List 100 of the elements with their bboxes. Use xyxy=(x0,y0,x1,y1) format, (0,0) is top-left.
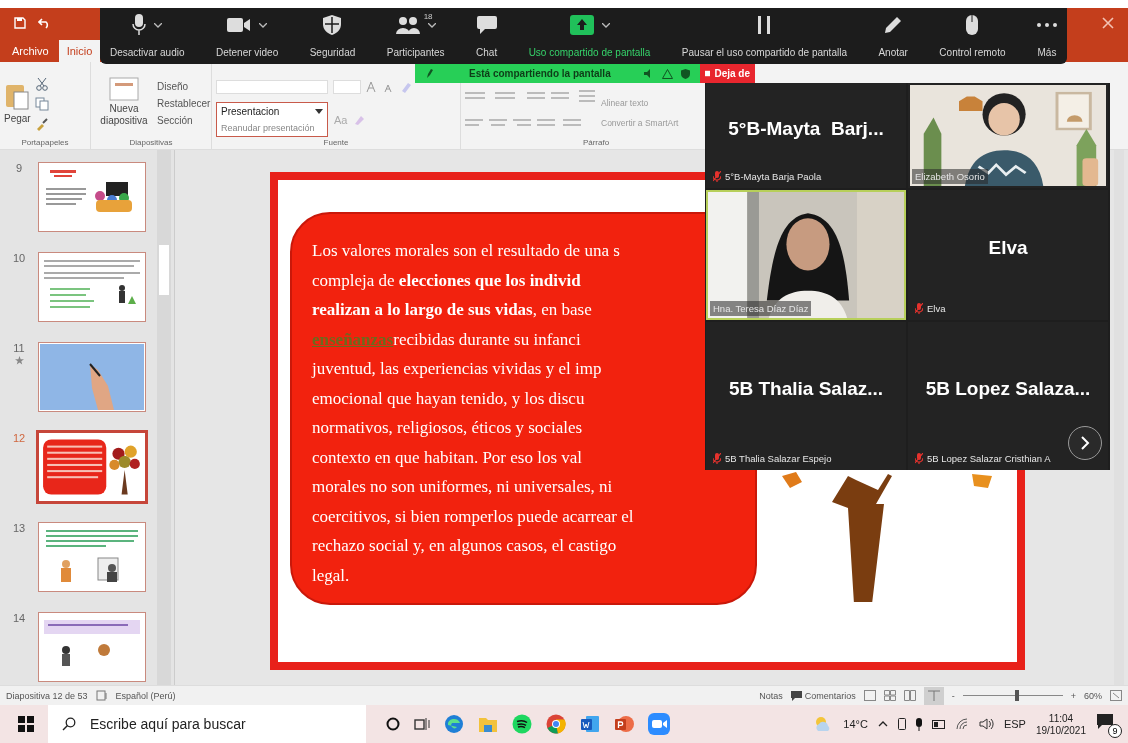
share-screen-icon[interactable] xyxy=(569,15,594,35)
slide-text-line: enseñanzasrecibidas durante su infanci xyxy=(312,328,581,351)
font-name-field[interactable] xyxy=(216,80,328,94)
chevron-up-icon[interactable] xyxy=(877,721,888,727)
toolbar-button[interactable]: Uso compartido de pantalla xyxy=(528,47,651,58)
scrollbar[interactable] xyxy=(157,150,171,685)
slide-number: 9 xyxy=(15,162,23,174)
fit-slide-icon[interactable] xyxy=(1110,690,1122,701)
folder-icon[interactable] xyxy=(478,715,498,733)
pin-icon[interactable] xyxy=(425,69,433,78)
search-input[interactable]: Escribe aquí para buscar xyxy=(88,715,352,733)
pencil-icon[interactable] xyxy=(884,16,903,34)
battery-icon[interactable] xyxy=(931,719,946,729)
ribbon-tab[interactable]: Archivo xyxy=(4,40,57,62)
participant-label: 5B Lopez Salazar Cristhian A xyxy=(912,451,1054,466)
reading-view-icon[interactable] xyxy=(903,690,916,701)
toolbar-button[interactable]: Control remoto xyxy=(939,47,1006,58)
microphone-icon[interactable] xyxy=(915,717,922,731)
music-app-icon[interactable] xyxy=(512,714,532,734)
caret-icon[interactable] xyxy=(154,22,163,28)
save-icon[interactable] xyxy=(14,17,26,29)
toolbar-button[interactable]: Detener video xyxy=(215,47,279,58)
tablet-icon[interactable] xyxy=(897,718,906,730)
new-slide-button[interactable]: Nueva diapositiva xyxy=(95,77,153,127)
zoom-out-button[interactable]: - xyxy=(951,690,955,701)
slide-text-line: emocional que hayan tenido, y los discu xyxy=(312,387,585,410)
slide-number: 14 xyxy=(12,612,26,624)
shield-icon[interactable] xyxy=(323,15,342,35)
windows-logo-icon[interactable] xyxy=(18,716,34,732)
stop-share-button[interactable]: Deja de xyxy=(700,64,755,83)
caret-icon xyxy=(315,109,323,114)
slide-text-line: morales no son uniformes, ni universales, ni xyxy=(312,476,613,498)
slide-icon xyxy=(109,77,139,101)
participant-tile[interactable]: 5B Thalia Salaz... 5B Thalia Salazar Espejo xyxy=(706,322,906,470)
clock-time[interactable]: 11:04 xyxy=(1048,712,1074,724)
browser-icon[interactable] xyxy=(444,714,464,734)
participant-label: Elizabeth Osorio xyxy=(912,169,988,184)
powerpoint-icon[interactable] xyxy=(614,714,634,734)
microphone-icon[interactable] xyxy=(132,14,147,36)
chrome-icon[interactable] xyxy=(546,714,566,734)
toolbar-button[interactable]: Más xyxy=(1037,47,1057,58)
toolbar-button[interactable]: Pausar el uso compartido de pantalla xyxy=(681,47,847,58)
chat-icon[interactable] xyxy=(476,16,497,34)
menu-item[interactable]: Reanudar presentación xyxy=(221,123,323,133)
close-icon[interactable] xyxy=(1102,17,1114,29)
participant-tile[interactable]: Elizabeth Osorio xyxy=(908,83,1108,188)
clock-date[interactable]: 19/10/2021 xyxy=(1035,724,1086,736)
participant-tile[interactable]: 5°B-Mayta Barj... 5°B-Mayta Barja Paola xyxy=(706,83,906,188)
warning-icon[interactable] xyxy=(662,68,673,79)
participant-tile[interactable]: 5B Lopez Salaza... 5B Lopez Salazar Cristhian A xyxy=(908,322,1108,470)
caret-icon[interactable] xyxy=(601,22,610,28)
speaker-icon[interactable] xyxy=(978,718,994,730)
participants-icon[interactable] xyxy=(395,16,420,34)
zoom-level[interactable]: 60% xyxy=(1084,690,1102,701)
spellcheck-icon[interactable] xyxy=(95,690,108,701)
slide-text-line: coercitivos, si bien romperlos puede acarrear el xyxy=(312,505,634,528)
circle-icon[interactable] xyxy=(386,717,400,731)
toolbar-button[interactable]: Seguridad xyxy=(309,47,356,58)
caret-icon[interactable] xyxy=(427,22,436,28)
language-indicator[interactable]: Español (Perú) xyxy=(115,690,176,701)
paste-button[interactable]: Pegar xyxy=(4,80,31,124)
notes-button[interactable]: Notas xyxy=(759,690,783,701)
more-icon[interactable] xyxy=(1036,23,1057,27)
presentation-dropdown[interactable]: Presentacion Reanudar presentación xyxy=(216,102,328,137)
font-size-field[interactable] xyxy=(333,80,361,94)
word-icon[interactable] xyxy=(580,714,600,734)
slide-text-line: compleja de elecciones que los individ xyxy=(312,269,581,292)
participant-label: 5°B-Mayta Barja Paola xyxy=(710,169,825,184)
video-camera-icon[interactable] xyxy=(227,17,252,33)
comments-button[interactable]: Comentarios xyxy=(790,690,856,701)
layout-button[interactable]: Diseño xyxy=(157,78,211,94)
participant-label: 5B Thalia Salazar Espejo xyxy=(710,451,835,466)
toolbar-button[interactable]: Desactivar audio xyxy=(110,47,185,58)
notifications-icon[interactable] xyxy=(1096,713,1114,730)
pause-icon[interactable] xyxy=(758,16,771,34)
zoom-in-button[interactable]: + xyxy=(1070,690,1076,701)
task-view-icon[interactable] xyxy=(414,717,430,731)
copy-icon[interactable] xyxy=(34,97,49,111)
scissors-icon[interactable] xyxy=(34,77,49,91)
slide-text-line: legal. xyxy=(312,564,350,587)
temperature[interactable]: 14°C xyxy=(843,718,868,730)
reset-button[interactable]: Restablecer xyxy=(157,95,211,111)
keyboard-language[interactable]: ESP xyxy=(1003,718,1026,730)
normal-view-icon[interactable] xyxy=(863,690,876,701)
section-button[interactable]: Sección xyxy=(157,112,211,128)
slide-number: 10 xyxy=(12,252,26,264)
participant-name: 5B Thalia Salaz... xyxy=(728,378,884,400)
participant-tile[interactable]: Elva Elva xyxy=(908,190,1108,320)
caret-icon[interactable] xyxy=(259,22,268,28)
slide-number: 11 xyxy=(13,342,25,354)
slide-sorter-icon[interactable] xyxy=(883,690,896,701)
ribbon-tab[interactable]: Inicio xyxy=(58,40,101,62)
video-call-icon[interactable] xyxy=(648,713,670,735)
toolbar-button[interactable]: Chat xyxy=(476,47,498,58)
search-field[interactable]: Escribe aquí para buscar xyxy=(48,705,366,743)
toolbar-button[interactable]: Participantes xyxy=(386,47,445,58)
wifi-icon[interactable] xyxy=(955,718,969,730)
mouse-icon[interactable] xyxy=(966,15,979,35)
toolbar-button[interactable]: Anotar xyxy=(878,47,908,58)
stop-icon xyxy=(705,70,711,77)
